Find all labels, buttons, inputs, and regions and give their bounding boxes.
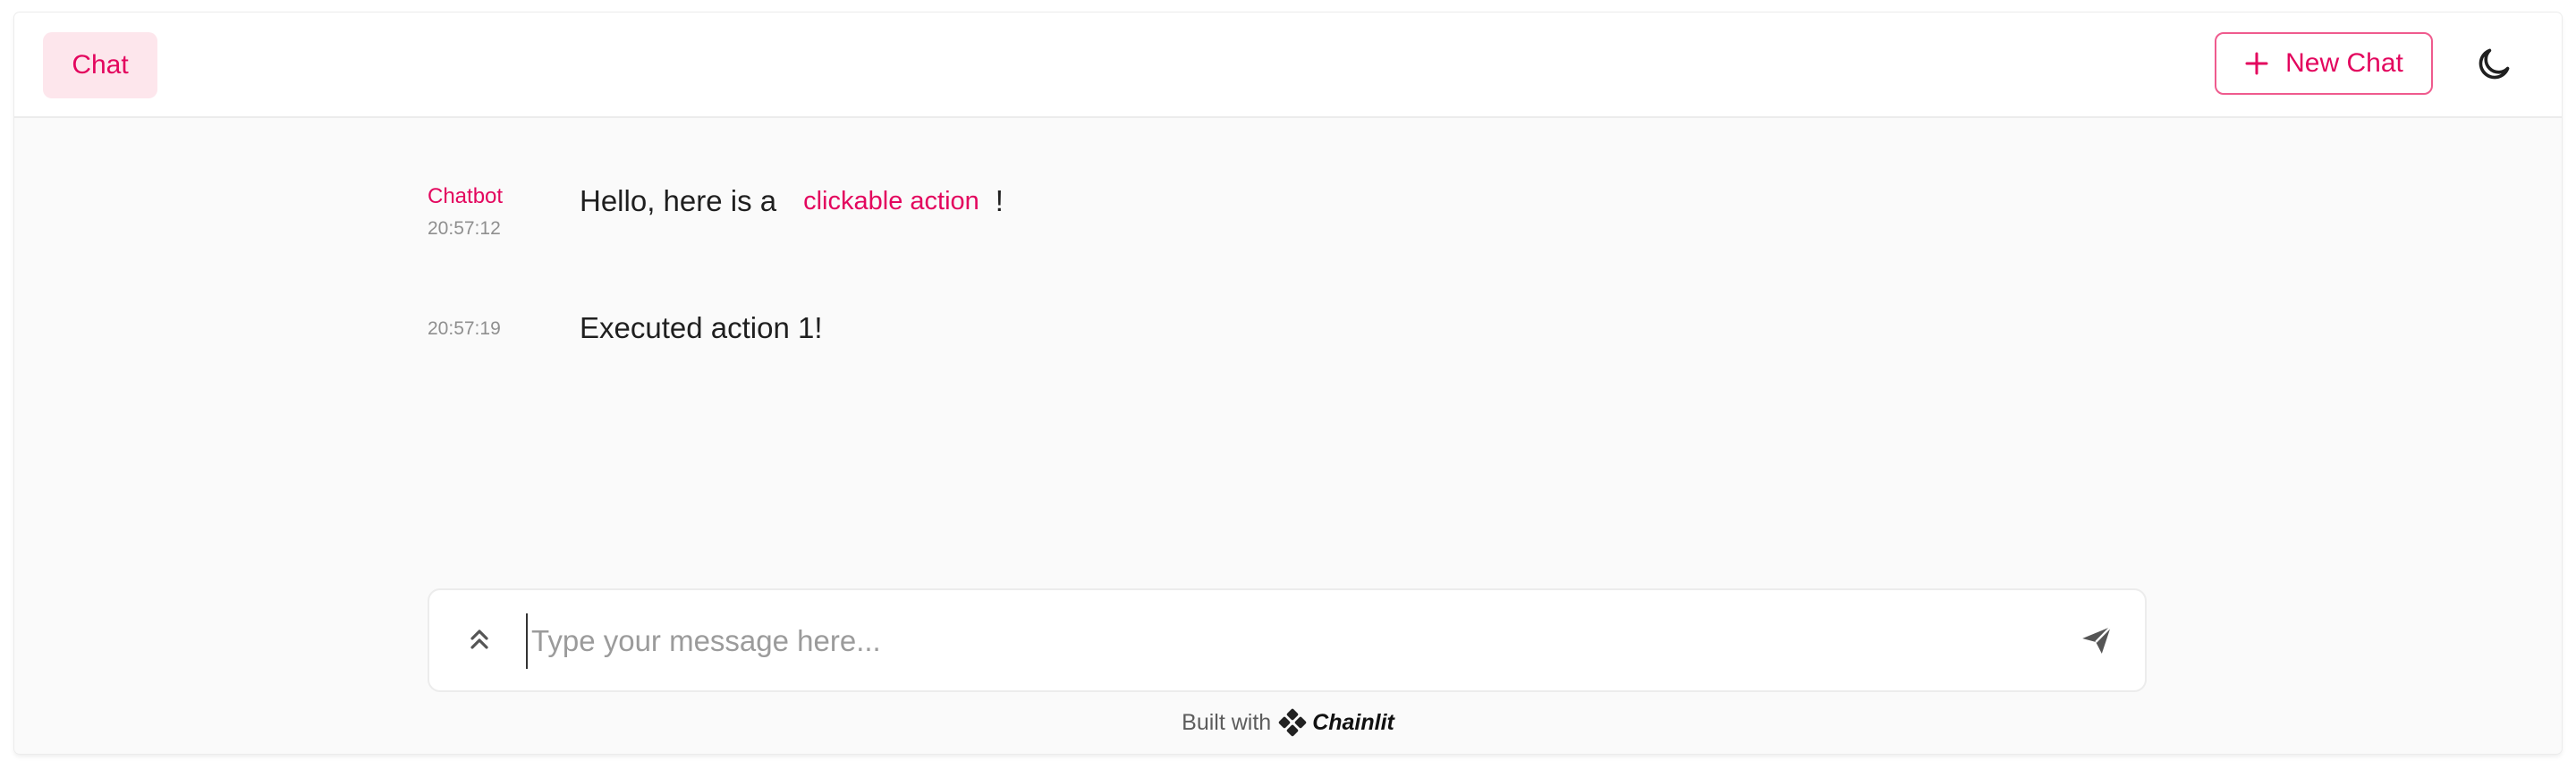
message-composer (428, 588, 2147, 692)
message-input[interactable] (526, 613, 2018, 669)
header: Chat New Chat (14, 13, 2562, 118)
plus-icon (2244, 51, 2269, 76)
theme-toggle-button[interactable] (2470, 43, 2517, 89)
footer: Built with Chainlit (14, 708, 2562, 737)
send-icon (2079, 622, 2114, 663)
chat-settings-button[interactable] (462, 622, 497, 658)
clickable-action-button[interactable]: clickable action (800, 185, 983, 218)
message-text-before: Hello, here is a (580, 184, 777, 217)
new-chat-label: New Chat (2285, 48, 2403, 78)
message-content: Executed action 1! (580, 311, 823, 345)
message-timestamp: 20:57:19 (428, 318, 501, 339)
tab-chat[interactable]: Chat (43, 32, 157, 98)
message-text: Executed action 1! (580, 311, 823, 344)
chainlit-logo-icon (1278, 708, 1307, 737)
built-with-text: Built with (1182, 709, 1272, 735)
new-chat-button[interactable]: New Chat (2215, 32, 2433, 95)
message-timestamp: 20:57:12 (428, 218, 501, 239)
chevrons-up-icon (465, 624, 494, 657)
message-text-after: ! (995, 184, 1004, 217)
message-content: Hello, here is a clickable action ! (580, 184, 1004, 218)
message-author: Chatbot (428, 184, 504, 208)
send-button[interactable] (2077, 622, 2116, 662)
app-window: Chat New Chat Chatbot 20:57:12 Hello, he… (14, 13, 2562, 754)
moon-icon (2474, 45, 2513, 89)
chainlit-brand-link[interactable]: Chainlit (1312, 710, 1394, 736)
